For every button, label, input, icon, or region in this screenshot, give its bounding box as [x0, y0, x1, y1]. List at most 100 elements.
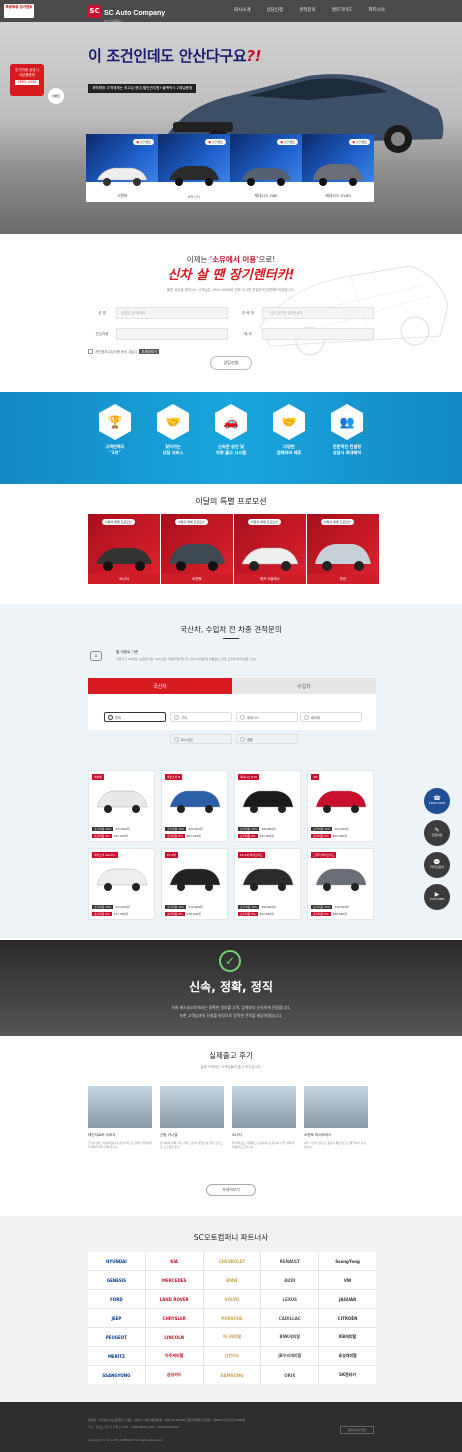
benefit-item: 👥 전문적인 컨설팅 상담사 최대배치 — [322, 404, 372, 456]
slogan-line: 저희 에스씨오토에서는 정확한 정보를 고객, 업체보다 신속하게 전달합니다. — [171, 1005, 291, 1010]
promo-card[interactable]: 이달의 특별 프로모션 쏘나타 — [88, 514, 160, 584]
info-title: 월 이용료 기준 — [116, 650, 139, 654]
partner-logo: JB우리캐피탈 — [261, 1347, 319, 1365]
promo-card[interactable]: 이달의 특별 프로모션 쏘렌토 — [161, 514, 233, 584]
consult-title: 신차 살 땐 장기렌터카! — [167, 268, 295, 283]
review-photo — [160, 1086, 224, 1128]
price-row: 초기비용 30% 286,400원 — [238, 905, 276, 909]
review-card[interactable]: 쏘나타 월 이용료도 저렴하고 보험까지 포함되어 너무 편하게 이용하고 있습니… — [232, 1086, 296, 1149]
vehicle-card[interactable]: 벨로스터 N 초기비용 30% 429,300원 초기비용 0% 697,200원 — [161, 770, 228, 842]
footer-info: 회사명 : (주)에스씨오토컴퍼니 | 대표 : 김OO | 사업자등록번호 :… — [88, 1418, 245, 1422]
vehicle-image — [242, 868, 294, 891]
slogan-title: 신속, 정확, 정직 — [189, 980, 273, 994]
brand-option[interactable]: 현대 — [104, 712, 166, 722]
footer-info: 주소 : 경기도 안산시 단원구 | TEL : 1899-0058 | FAX… — [88, 1425, 179, 1429]
car-front-icon: ⌂ — [90, 651, 102, 661]
tab-domestic[interactable]: 국산차 — [88, 678, 232, 694]
brand-option[interactable]: 르노삼성 — [170, 734, 232, 744]
partner-logo: VW — [319, 1271, 376, 1289]
vehicle-card[interactable]: 그랜저 하이브리드 초기비용 30% 336,300원 초기비용 0% 338,90… — [307, 848, 374, 920]
privacy-label: 개인정보수집이용 동의 (필수) — [95, 350, 138, 354]
brand-logo[interactable]: SC SC Auto Company SC오토컴퍼니 — [88, 4, 165, 23]
benefit-item: 🏆 고객만족도 "1위" — [90, 404, 140, 456]
price-row: 초기비용 30% 233,200원 — [92, 905, 130, 909]
brand-option[interactable]: 쌍용 — [236, 734, 298, 744]
nav-item[interactable]: 렌트가이드 — [332, 7, 353, 13]
car-input[interactable] — [116, 328, 228, 340]
promo-title: 이달의 특별 프로모션 — [195, 497, 267, 506]
promo-card[interactable]: 이달의 특별 프로모션 투싼 — [307, 514, 379, 584]
reviews-subtitle: 실제 구매하신 고객님들의 출고 후기입니다. — [200, 1065, 262, 1069]
hero-car-card[interactable]: 인기렌트 제네시스 GV80 — [302, 134, 374, 202]
privacy-policy-button[interactable]: 개인정보처리방침 — [340, 1426, 374, 1434]
hero-car-card[interactable]: 인기렌트 제네시스 G80 — [230, 134, 302, 202]
partner-logo: CHEVROLET — [203, 1252, 261, 1270]
partner-logo: JAGUAR — [319, 1290, 376, 1308]
partner-logo: 삼성카드 — [145, 1366, 203, 1384]
hero-title: 이 조건인데도 안산다구요?! — [88, 47, 262, 65]
review-photo — [232, 1086, 296, 1128]
vehicle-image — [169, 868, 221, 891]
mini-logo[interactable]: 부릉부릉 장기렌트 — [4, 4, 34, 18]
review-list: 레인지로버 이보크 첫 장기렌트 이용이었는데 상담부터 출고까지 친절하게 안내… — [88, 1086, 368, 1149]
partner-logo: LEXUS — [261, 1290, 319, 1308]
phone-icon[interactable]: ☎ 1899-0058 — [424, 788, 450, 814]
memo-input[interactable] — [262, 328, 374, 340]
handshake-icon: 🤝 — [273, 404, 305, 440]
price-row: 초기비용 0% 422,600원 — [238, 834, 274, 838]
nav-item[interactable]: 견적문의 — [299, 7, 316, 13]
vehicle-card[interactable]: 아반떼 초기비용 30% 233,600원 초기비용 0% 327,200원 — [88, 770, 155, 842]
partner-logo: SAMSUNG — [203, 1366, 261, 1384]
promo-card[interactable]: 이달의 특별 프로모션 벤츠 E클래스 — [234, 514, 306, 584]
privacy-checkbox[interactable] — [88, 349, 93, 354]
sc-logo-icon: SC — [88, 4, 101, 18]
price-row: 초기비용 0% 465,900원 — [311, 834, 347, 838]
reviews-more-button[interactable]: 자세히보기 — [206, 1184, 256, 1196]
consult-desc: 빠른 상담을 원하시는 고객님은 1899-0058로 전화 주시면 친절하게 … — [167, 288, 295, 292]
hero-car-card[interactable]: 인기렌트 그랜저 — [86, 134, 158, 202]
nav-item[interactable]: 회사소개 — [234, 7, 251, 13]
reviews-title: 실제출고 후기 — [209, 1051, 253, 1060]
privacy-view-button[interactable]: 자세히보기 — [139, 349, 159, 354]
youtube-icon[interactable]: ▶ YOUTUBE — [424, 884, 450, 910]
price-row: 초기비용 30% 293,800원 — [238, 827, 276, 831]
submit-button[interactable]: 상담신청 — [210, 356, 252, 370]
consult-icon[interactable]: ✎ 간편상담 — [424, 820, 450, 846]
benefit-item: 🤝 다양한 업체와의 제휴 — [264, 404, 314, 456]
top-header: 부릉부릉 장기렌트 SC SC Auto Company SC오토컴퍼니 회사소개… — [0, 0, 462, 23]
nav-item[interactable]: 상담신청 — [267, 7, 284, 13]
hero-car-card[interactable]: 인기렌트 K5 (7) — [158, 134, 230, 202]
partner-logo: VOLVO — [203, 1290, 261, 1308]
vehicle-tag: 제네시스 G70 — [238, 774, 259, 780]
event-badge[interactable]: 인기차종 상담시 사은품증정 1899-0058 — [10, 64, 44, 96]
slogan-line: 또한 고객님과의 신뢰를 바탕으로 정직한 견적을 제공하겠습니다. — [179, 1013, 283, 1018]
memo-label: 메 모 — [244, 331, 252, 336]
vehicle-card[interactable]: 제네시스 G70 초기비용 30% 293,800원 초기비용 0% 422,600… — [234, 770, 301, 842]
tab-import[interactable]: 수입차 — [232, 678, 376, 694]
partner-logo: LAND ROVER — [145, 1290, 203, 1308]
vehicle-image — [96, 790, 148, 813]
brand-option[interactable]: 제네시스 — [236, 712, 298, 722]
brand-option[interactable]: 쉐보레 — [300, 712, 362, 722]
kakao-icon[interactable]: 💬 카카오문의 — [424, 852, 450, 878]
price-row: 초기비용 30% 429,300원 — [165, 827, 203, 831]
name-input[interactable]: 성명을 입력하세요. — [116, 307, 228, 319]
vehicle-card[interactable]: i30 초기비용 30% 303,000원 초기비용 0% 465,900원 — [307, 770, 374, 842]
floating-menu: ☎ 1899-0058 ✎ 간편상담 💬 카카오문의 ▶ YOUTUBE — [424, 788, 450, 910]
phone-row: 연 락 처 '-' 없이 숫자만 입력하세요. — [234, 307, 376, 319]
review-photo — [88, 1086, 152, 1128]
price-row: 초기비용 30% 336,300원 — [311, 905, 349, 909]
partner-logo: SsangYong — [319, 1252, 376, 1270]
review-card[interactable]: 쏘렌토 하이브리드 대기 기간이 길다고 했는데 빠르게 출고해주셔서 감사합니다… — [304, 1086, 368, 1149]
vehicle-card[interactable]: 아이오닉 electric 초기비용 30% 233,200원 초기비용 0% 31… — [88, 848, 155, 920]
partner-logo: 신한카드 — [203, 1347, 261, 1365]
partner-logo: LINCOLN — [145, 1328, 203, 1346]
vehicle-card[interactable]: K5 2세 하이브리드 초기비용 30% 286,400원 초기비용 0% 402,… — [234, 848, 301, 920]
nav-item[interactable]: 파트너사 — [368, 7, 385, 13]
brand-option[interactable]: 기아 — [170, 712, 232, 722]
partner-logo: CITROËN — [319, 1309, 376, 1327]
review-card[interactable]: 레인지로버 이보크 첫 장기렌트 이용이었는데 상담부터 출고까지 친절하게 안내… — [88, 1086, 152, 1149]
vehicle-card[interactable]: K5 2세 초기비용 30% 272,900원 초기비용 0% 126,200원 — [161, 848, 228, 920]
review-card[interactable]: 신형 카니발 온가족이 함께 타는 차라 고민이 많았는데 좋은 조건으로 출고했… — [160, 1086, 224, 1149]
phone-input[interactable]: '-' 없이 숫자만 입력하세요. — [262, 307, 374, 319]
